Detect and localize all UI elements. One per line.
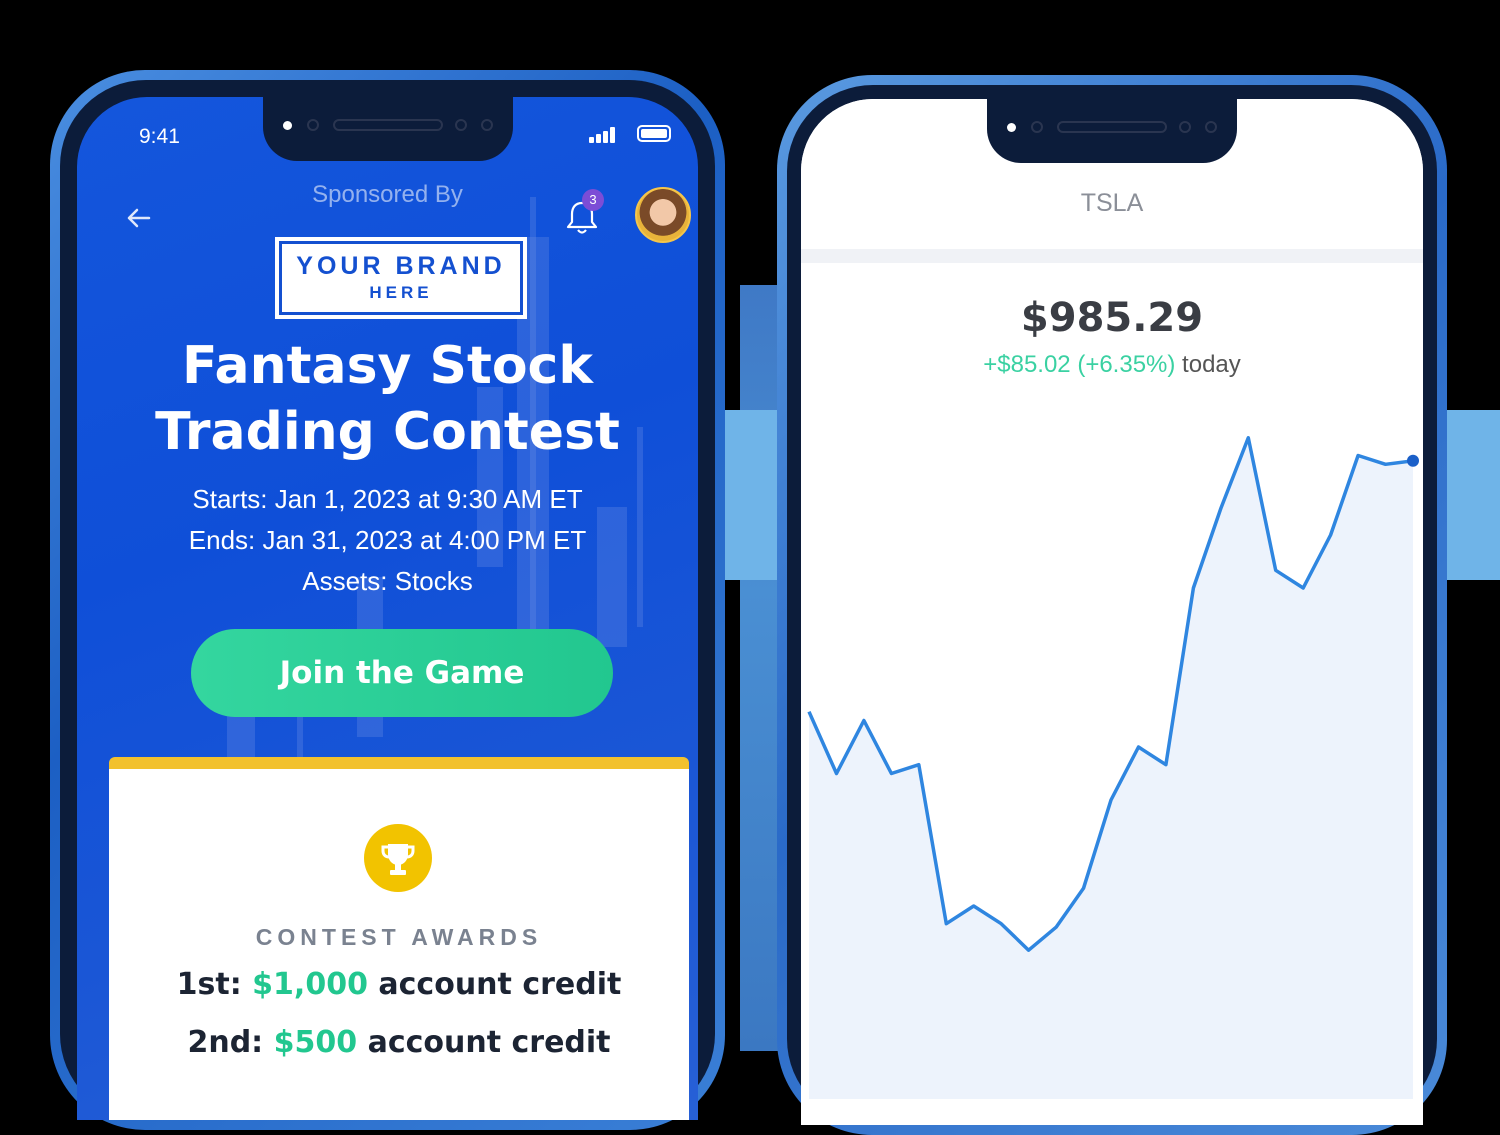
- chart-area: [809, 438, 1413, 1099]
- award-second: 2nd: $500 account credit: [109, 1025, 689, 1060]
- notification-badge: 3: [582, 189, 604, 211]
- left-phone-bezel: 9:41 Sponsored By 3 YOUR BRAND: [60, 80, 715, 1120]
- join-game-button[interactable]: Join the Game: [191, 629, 613, 717]
- battery-icon: [637, 125, 671, 142]
- right-phone-bezel: Tesla TSLA $985.29 +$85.02 (+6.35%) toda…: [787, 85, 1437, 1125]
- title-line-1: Fantasy Stock: [77, 333, 698, 399]
- contest-details: Starts: Jan 1, 2023 at 9:30 AM ET Ends: …: [77, 479, 698, 602]
- trophy-icon: [364, 824, 432, 892]
- award-first: 1st: $1,000 account credit: [109, 967, 689, 1002]
- brand-line-2: HERE: [282, 283, 520, 303]
- award-suffix: account credit: [368, 1025, 611, 1060]
- award-place: 2nd:: [187, 1025, 263, 1060]
- awards-card: CONTEST AWARDS 1st: $1,000 account credi…: [109, 757, 689, 1120]
- title-line-2: Trading Contest: [77, 399, 698, 465]
- background-highlight-right: [1440, 410, 1500, 580]
- sponsored-label: Sponsored By: [77, 181, 698, 209]
- contest-title: Fantasy Stock Trading Contest: [77, 333, 698, 465]
- contest-start: Starts: Jan 1, 2023 at 9:30 AM ET: [77, 479, 698, 520]
- phone-notch: [263, 97, 513, 161]
- awards-title: CONTEST AWARDS: [109, 924, 689, 951]
- contest-screen: 9:41 Sponsored By 3 YOUR BRAND: [77, 97, 698, 1120]
- chart-current-point: [1407, 455, 1419, 467]
- award-amount: $500: [274, 1025, 358, 1060]
- award-place: 1st:: [177, 967, 242, 1002]
- brand-logo: YOUR BRAND HERE: [275, 237, 527, 319]
- left-phone-frame: 9:41 Sponsored By 3 YOUR BRAND: [50, 70, 725, 1130]
- right-phone-frame: Tesla TSLA $985.29 +$85.02 (+6.35%) toda…: [777, 75, 1447, 1135]
- award-amount: $1,000: [252, 967, 368, 1002]
- contest-end: Ends: Jan 31, 2023 at 4:00 PM ET: [77, 520, 698, 561]
- stock-screen: Tesla TSLA $985.29 +$85.02 (+6.35%) toda…: [801, 99, 1423, 1125]
- contest-assets: Assets: Stocks: [77, 561, 698, 602]
- award-suffix: account credit: [378, 967, 621, 1002]
- signal-icon: [589, 127, 619, 143]
- brand-line-1: YOUR BRAND: [282, 252, 520, 281]
- price-chart[interactable]: [801, 99, 1423, 1099]
- status-time: 9:41: [139, 125, 180, 149]
- avatar[interactable]: [635, 187, 691, 243]
